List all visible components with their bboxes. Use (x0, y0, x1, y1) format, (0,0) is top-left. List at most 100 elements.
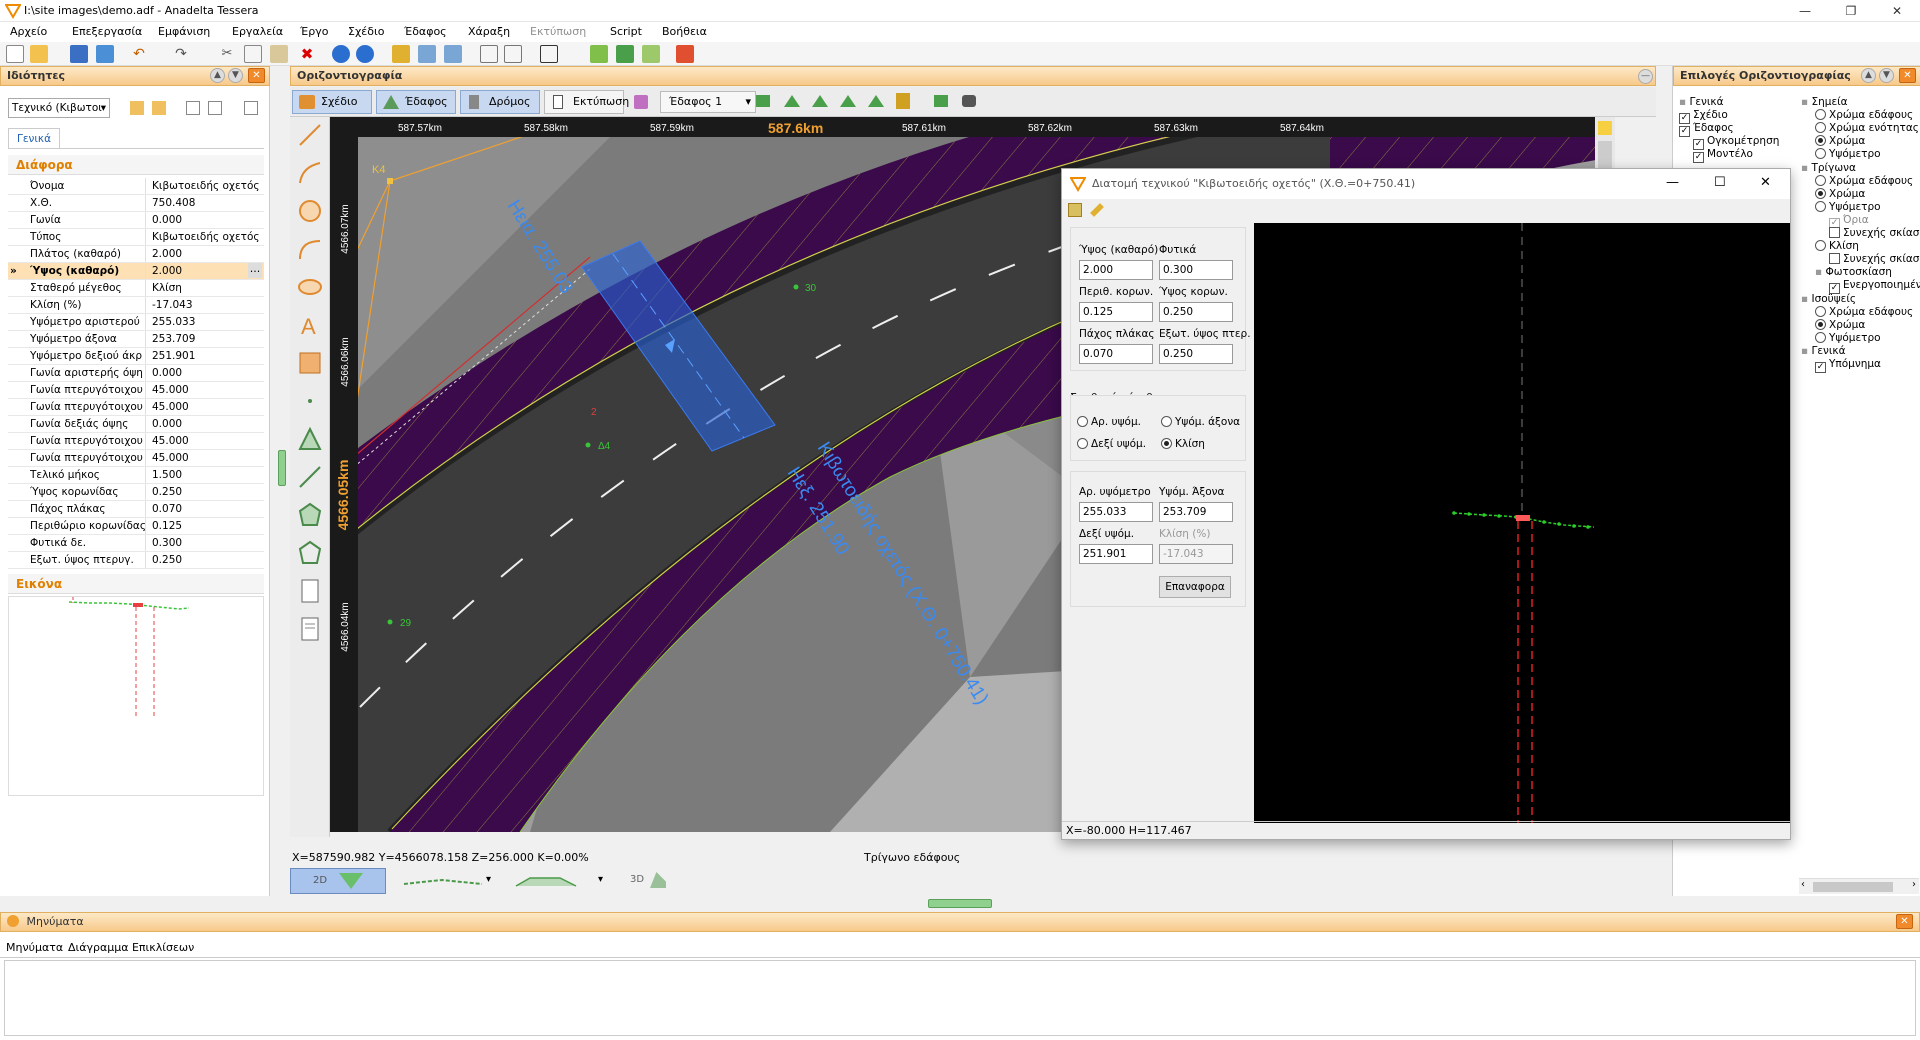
option-rb[interactable]: Χρώμα (1815, 135, 1865, 147)
measure-icon[interactable] (392, 45, 410, 63)
longitudinal-section-button[interactable] (402, 872, 486, 890)
property-value[interactable]: 0.250 (152, 484, 260, 500)
reset-button[interactable]: Επαναφορα (1159, 576, 1231, 598)
vertex-k4-marker[interactable] (387, 178, 393, 184)
property-value[interactable]: 750.408 (152, 195, 260, 211)
option-rb[interactable]: Χρώμα ενότητας (1815, 122, 1919, 134)
option-rb[interactable]: Κλίση (1815, 240, 1859, 252)
view-3d-button[interactable]: 3D (630, 868, 694, 894)
polyline-tool-icon[interactable] (296, 159, 324, 187)
plant-input[interactable]: 0.300 (1159, 260, 1233, 280)
table-icon[interactable] (1068, 203, 1082, 217)
option-rb[interactable]: Χρώμα εδάφους (1815, 109, 1913, 121)
options-scroll-thumb[interactable] (1813, 882, 1893, 892)
save-icon[interactable] (70, 45, 88, 63)
close-icon[interactable]: ✕ (1874, 0, 1920, 22)
property-value[interactable]: 0.125 (152, 518, 260, 534)
axis-elev-input[interactable]: 253.709 (1159, 502, 1233, 522)
property-value[interactable]: 0.000 (152, 416, 260, 432)
menu-item-8[interactable]: Εκτύπωση (530, 25, 586, 38)
property-row[interactable]: Ύψος κορωνίδας 0.250 (8, 484, 264, 501)
radio-left-elev[interactable]: Αρ. υψόμ. (1077, 416, 1141, 428)
triangle-tool-icon[interactable] (296, 425, 324, 453)
view-2d-button[interactable]: 2D (290, 868, 386, 894)
property-value[interactable]: 255.033 (152, 314, 260, 330)
tab-banking-diagram[interactable]: Διάγραμμα Επικλίσεων (68, 941, 194, 954)
option-rb[interactable]: Υψόμετρο (1815, 331, 1881, 344)
properties-page-icon[interactable] (244, 101, 258, 115)
tools-icon[interactable] (676, 45, 694, 63)
view-minimize-icon[interactable]: — (1638, 69, 1653, 84)
option-rb[interactable]: Χρώμα εδάφους (1815, 174, 1913, 187)
menu-item-7[interactable]: Χάραξη (468, 25, 510, 38)
property-row[interactable]: Σταθερό μέγεθος Κλίση (8, 280, 264, 297)
zoom-window-icon[interactable] (444, 45, 462, 63)
collapse-up-icon[interactable]: ▲ (1861, 68, 1876, 83)
ellipse-tool-icon[interactable] (296, 273, 324, 301)
property-row[interactable]: Γωνία δεξιάς όψης 0.000 (8, 416, 264, 433)
property-row[interactable]: Γωνία πτερυγότοιχου 45.000 (8, 433, 264, 450)
survey-point[interactable] (585, 442, 591, 448)
option-cb[interactable]: Συνεχής σκίαση (1829, 253, 1920, 265)
survey-point[interactable] (387, 619, 393, 625)
property-value[interactable]: -17.043 (152, 297, 260, 313)
tab-print[interactable]: Εκτύπωση (544, 90, 629, 114)
property-row[interactable]: Υψόμετρο δεξιού άκρ 251.901 (8, 348, 264, 365)
property-value[interactable]: Κλίση (152, 280, 260, 296)
page-lines-tool-icon[interactable] (296, 615, 324, 643)
option-rb[interactable]: Χρώμα (1815, 318, 1865, 331)
plan-options-close-icon[interactable]: ✕ (1899, 68, 1916, 83)
object-icon-2[interactable] (152, 101, 166, 115)
menu-item-5[interactable]: Σχέδιο (348, 25, 384, 38)
property-value[interactable]: 2.000 (152, 246, 260, 262)
property-value[interactable]: 0.070 (152, 501, 260, 517)
properties-close-icon[interactable]: ✕ (248, 68, 265, 83)
table-icon[interactable] (590, 45, 608, 63)
option-cb[interactable]: Συνεχής σκίαση (1829, 227, 1920, 239)
page-tool-icon[interactable] (296, 577, 324, 605)
property-value[interactable]: Κιβωτοειδής οχετός (152, 229, 260, 245)
zoom-icon[interactable] (418, 45, 436, 63)
ground-tool-3-icon[interactable] (812, 95, 828, 107)
menu-item-1[interactable]: Επεξεργασία (72, 25, 142, 38)
property-row[interactable]: Γωνία 0.000 (8, 212, 264, 229)
property-value[interactable]: 45.000 (152, 450, 260, 466)
text-tool-icon[interactable]: A (296, 311, 324, 339)
property-value[interactable]: 45.000 (152, 433, 260, 449)
property-row[interactable]: »… Ύψος (καθαρό) 2.000 (8, 263, 264, 280)
point-tool-icon[interactable] (296, 387, 324, 415)
scroll-up-icon[interactable] (1598, 121, 1612, 135)
property-row[interactable]: Τελικό μήκος 1.500 (8, 467, 264, 484)
option-rb[interactable]: Υψόμετρο (1815, 200, 1881, 213)
left-elev-input[interactable]: 255.033 (1079, 502, 1153, 522)
option-rb[interactable]: Χρώμα (1815, 187, 1865, 200)
tab-road[interactable]: Δρόμος (460, 90, 540, 114)
height-input[interactable]: 2.000 (1079, 260, 1153, 280)
copy-icon[interactable] (244, 45, 262, 63)
export-icon[interactable] (616, 45, 634, 63)
property-row[interactable]: Όνομα Κιβωτοειδής οχετός (8, 178, 264, 195)
property-row[interactable]: Γωνία πτερυγότοιχου 45.000 (8, 399, 264, 416)
property-row[interactable]: Φυτικά δε. 0.300 (8, 535, 264, 552)
section-misc[interactable]: Διάφορα (8, 155, 264, 175)
tab-general[interactable]: Γενικά (8, 128, 60, 148)
property-row[interactable]: Περιθώριο κορωνίδας 0.125 (8, 518, 264, 535)
collapse-down-icon[interactable]: ▼ (228, 68, 243, 83)
messages-log[interactable] (4, 960, 1916, 1036)
property-row[interactable]: Γωνία αριστερής όψη 0.000 (8, 365, 264, 382)
undo-icon[interactable]: ↶ (130, 45, 148, 63)
slab-input[interactable]: 0.070 (1079, 344, 1153, 364)
property-value[interactable]: 0.300 (152, 535, 260, 551)
cross-section-button[interactable] (514, 872, 578, 890)
property-row[interactable]: Χ.Θ. 750.408 (8, 195, 264, 212)
option-rb[interactable]: Υψόμετρο (1815, 148, 1881, 160)
ground-select[interactable]: Έδαφος 1 ▾ (660, 91, 756, 113)
redo-icon[interactable]: ↷ (172, 45, 190, 63)
property-value[interactable]: Κιβωτοειδής οχετός (152, 178, 260, 194)
radio-slope[interactable]: Κλίση (1161, 438, 1205, 450)
property-row[interactable]: Κλίση (%) -17.043 (8, 297, 264, 314)
boundary-tool-icon[interactable] (296, 501, 324, 529)
radio-right-elev[interactable]: Δεξί υψόμ. (1077, 438, 1146, 450)
radio-axis-elev[interactable]: Υψόμ. άξονα (1161, 416, 1240, 428)
menu-item-9[interactable]: Script (610, 25, 642, 38)
